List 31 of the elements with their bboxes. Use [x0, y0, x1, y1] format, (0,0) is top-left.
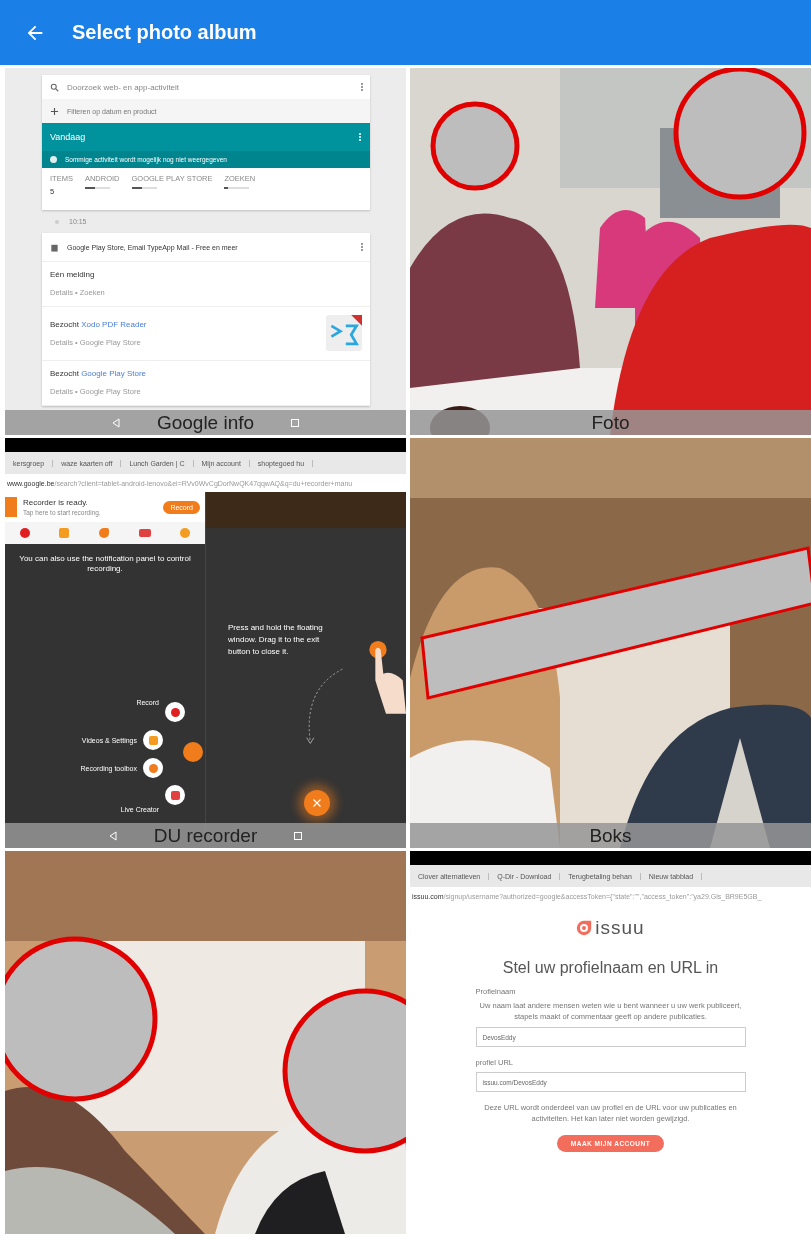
plus-icon[interactable] [50, 106, 59, 116]
logo-text: issuu [595, 917, 645, 939]
square-icon [290, 417, 301, 428]
menu-button[interactable] [143, 758, 163, 778]
entry-title: Bezocht Google Play Store [50, 369, 147, 378]
album-name: Foto [591, 411, 630, 434]
album-name: DU recorder [153, 824, 258, 847]
instruction-text: Press and hold the floating window. Drag it to the exit button to close it. [228, 622, 324, 658]
album-name: Google info [156, 411, 255, 434]
menu-button[interactable] [165, 785, 185, 805]
exit-button[interactable] [304, 790, 330, 816]
logo-icon [576, 920, 593, 936]
page-heading: Stel uw profielnaam en URL in [502, 959, 719, 977]
screen-title: Select photo album [72, 21, 257, 44]
back-icon [107, 830, 118, 841]
entry-title: Eén melding [50, 270, 96, 279]
notification-title: Recorder is ready. [23, 498, 89, 507]
back-icon [110, 417, 121, 428]
record-icon[interactable] [19, 528, 30, 538]
info-icon [50, 156, 57, 163]
square-icon [293, 830, 304, 841]
search-icon [50, 82, 59, 92]
search-field[interactable]: Doorzoek web- en app-activiteit [42, 75, 370, 99]
menu-button[interactable] [143, 730, 163, 750]
floating-button[interactable] [183, 742, 203, 762]
app-icon [326, 315, 362, 351]
menu-button[interactable] [165, 702, 185, 722]
day-title: Vandaag [50, 132, 86, 142]
album-name: Boks [589, 824, 632, 847]
help-text: You can also use the notification panel to control recording. [18, 553, 192, 576]
entry-title: Bezocht Xodo PDF Reader [50, 319, 147, 329]
